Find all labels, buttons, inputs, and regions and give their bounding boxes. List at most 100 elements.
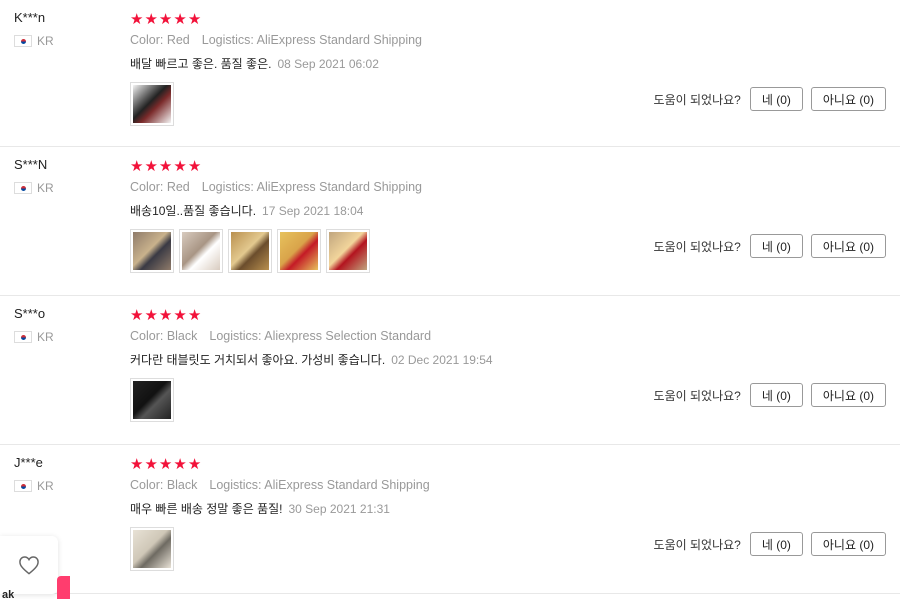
star-icon: ★ <box>173 10 187 28</box>
star-icon: ★ <box>187 10 202 28</box>
star-icon: ★ <box>144 10 158 28</box>
star-icon: ★ <box>173 157 187 175</box>
product-photo <box>133 85 171 123</box>
logistics-info: Logistics: AliExpress Standard Shipping <box>209 478 430 492</box>
helpful-label: 도움이 되었나요? <box>653 537 741 552</box>
star-icon: ★ <box>144 157 158 175</box>
star-icon: ★ <box>144 306 158 324</box>
review-text: 배송10일..품질 좋습니다. <box>130 204 257 218</box>
product-photo <box>133 381 171 419</box>
review-photo-thumbnail[interactable] <box>228 229 272 273</box>
reviewer-country: KR <box>14 330 54 344</box>
review-text: 커다란 태블릿도 거치되서 좋아요. 가성비 좋습니다. <box>130 353 386 367</box>
review-meta: Color: Black Logistics: Aliexpress Select… <box>130 329 900 345</box>
country-code: KR <box>37 479 54 493</box>
star-icon: ★ <box>187 306 202 324</box>
review-meta: Color: Black Logistics: AliExpress Standa… <box>130 478 900 494</box>
review-content: 커다란 태블릿도 거치되서 좋아요. 가성비 좋습니다. 02 Dec 2021 … <box>130 351 900 367</box>
wishlist-button[interactable] <box>0 536 58 594</box>
helpful-vote: 도움이 되었나요? 네 (0) 아니요 (0) <box>654 234 886 258</box>
reviewer-name: S***N <box>14 157 48 172</box>
product-photo <box>280 232 318 270</box>
review-date: 02 Dec 2021 19:54 <box>391 353 493 367</box>
helpful-no-button[interactable]: 아니요 (0) <box>810 383 886 407</box>
star-rating: ★ ★ ★ ★ ★ <box>130 456 900 472</box>
star-icon: ★ <box>173 306 187 324</box>
korea-flag-icon <box>14 35 32 47</box>
reviewer-country: KR <box>14 479 54 493</box>
review-date: 08 Sep 2021 06:02 <box>277 57 379 71</box>
country-code: KR <box>37 34 54 48</box>
helpful-vote: 도움이 되었나요? 네 (0) 아니요 (0) <box>654 383 886 407</box>
helpful-yes-button[interactable]: 네 (0) <box>749 532 803 556</box>
review-item: K***n KR ★ ★ ★ ★ ★ Color: Red Logistics: … <box>0 0 900 147</box>
review-photo-thumbnail[interactable] <box>130 229 174 273</box>
star-icon: ★ <box>158 306 173 324</box>
helpful-yes-button[interactable]: 네 (0) <box>749 234 803 258</box>
star-icon: ★ <box>130 10 144 28</box>
reviewer-name: K***n <box>14 10 46 25</box>
reviewer-info: K***n KR <box>14 10 54 48</box>
korea-flag-icon <box>14 480 32 492</box>
star-icon: ★ <box>173 455 187 473</box>
heart-icon <box>19 556 39 575</box>
star-icon: ★ <box>158 157 173 175</box>
side-tab[interactable] <box>57 576 70 599</box>
review-photo-thumbnail[interactable] <box>179 229 223 273</box>
reviewer-name: S***o <box>14 306 46 321</box>
star-rating: ★ ★ ★ ★ ★ <box>130 11 900 27</box>
helpful-vote: 도움이 되었나요? 네 (0) 아니요 (0) <box>654 87 886 111</box>
review-item: S***N KR ★ ★ ★ ★ ★ Color: Red Logistics: … <box>0 147 900 296</box>
review-meta: Color: Red Logistics: AliExpress Standard… <box>130 33 900 49</box>
review-meta: Color: Red Logistics: AliExpress Standard… <box>130 180 900 196</box>
helpful-no-button[interactable]: 아니요 (0) <box>810 234 886 258</box>
helpful-no-button[interactable]: 아니요 (0) <box>810 87 886 111</box>
reviewer-info: S***N KR <box>14 157 54 195</box>
helpful-label: 도움이 되었나요? <box>653 388 741 403</box>
review-content: 배송10일..품질 좋습니다. 17 Sep 2021 18:04 <box>130 202 900 218</box>
review-photo-thumbnail[interactable] <box>130 527 174 571</box>
product-photo <box>133 530 171 568</box>
review-date: 30 Sep 2021 21:31 <box>288 502 390 516</box>
product-color: Color: Black <box>130 329 198 343</box>
helpful-no-button[interactable]: 아니요 (0) <box>810 532 886 556</box>
review-list: K***n KR ★ ★ ★ ★ ★ Color: Red Logistics: … <box>0 0 900 594</box>
review-content: 매우 빠른 배송 정말 좋은 품질! 30 Sep 2021 21:31 <box>130 500 900 516</box>
review-item: J***e KR ★ ★ ★ ★ ★ Color: Black Logistics… <box>0 445 900 594</box>
helpful-label: 도움이 되었나요? <box>653 239 741 254</box>
star-icon: ★ <box>130 157 144 175</box>
product-photo <box>329 232 367 270</box>
helpful-yes-button[interactable]: 네 (0) <box>749 87 803 111</box>
review-photo-thumbnail[interactable] <box>326 229 370 273</box>
logistics-info: Logistics: AliExpress Standard Shipping <box>201 33 423 47</box>
product-photo <box>133 232 171 270</box>
star-icon: ★ <box>130 306 144 324</box>
star-icon: ★ <box>187 455 202 473</box>
star-rating: ★ ★ ★ ★ ★ <box>130 158 900 174</box>
country-code: KR <box>37 181 54 195</box>
product-color: Color: Red <box>130 33 190 47</box>
country-code: KR <box>37 330 54 344</box>
reviewer-info: J***e KR <box>14 455 54 493</box>
korea-flag-icon <box>14 331 32 343</box>
review-photo-thumbnail[interactable] <box>130 82 174 126</box>
korea-flag-icon <box>14 182 32 194</box>
star-icon: ★ <box>158 455 173 473</box>
helpful-vote: 도움이 되었나요? 네 (0) 아니요 (0) <box>654 532 886 556</box>
review-photo-thumbnail[interactable] <box>130 378 174 422</box>
product-color: Color: Black <box>130 478 198 492</box>
star-icon: ★ <box>187 157 202 175</box>
product-color: Color: Red <box>130 180 190 194</box>
review-text: 매우 빠른 배송 정말 좋은 품질! <box>130 502 283 516</box>
star-rating: ★ ★ ★ ★ ★ <box>130 307 900 323</box>
star-icon: ★ <box>130 455 144 473</box>
star-icon: ★ <box>144 455 158 473</box>
review-item: S***o KR ★ ★ ★ ★ ★ Color: Black Logistics… <box>0 296 900 445</box>
product-photo <box>182 232 220 270</box>
review-photo-thumbnail[interactable] <box>277 229 321 273</box>
reviewer-info: S***o KR <box>14 306 54 344</box>
review-text: 배달 빠르고 좋은. 품질 좋은. <box>130 57 272 71</box>
helpful-yes-button[interactable]: 네 (0) <box>749 383 803 407</box>
logistics-info: Logistics: Aliexpress Selection Standard <box>209 329 432 343</box>
reviewer-name: J***e <box>14 455 43 470</box>
